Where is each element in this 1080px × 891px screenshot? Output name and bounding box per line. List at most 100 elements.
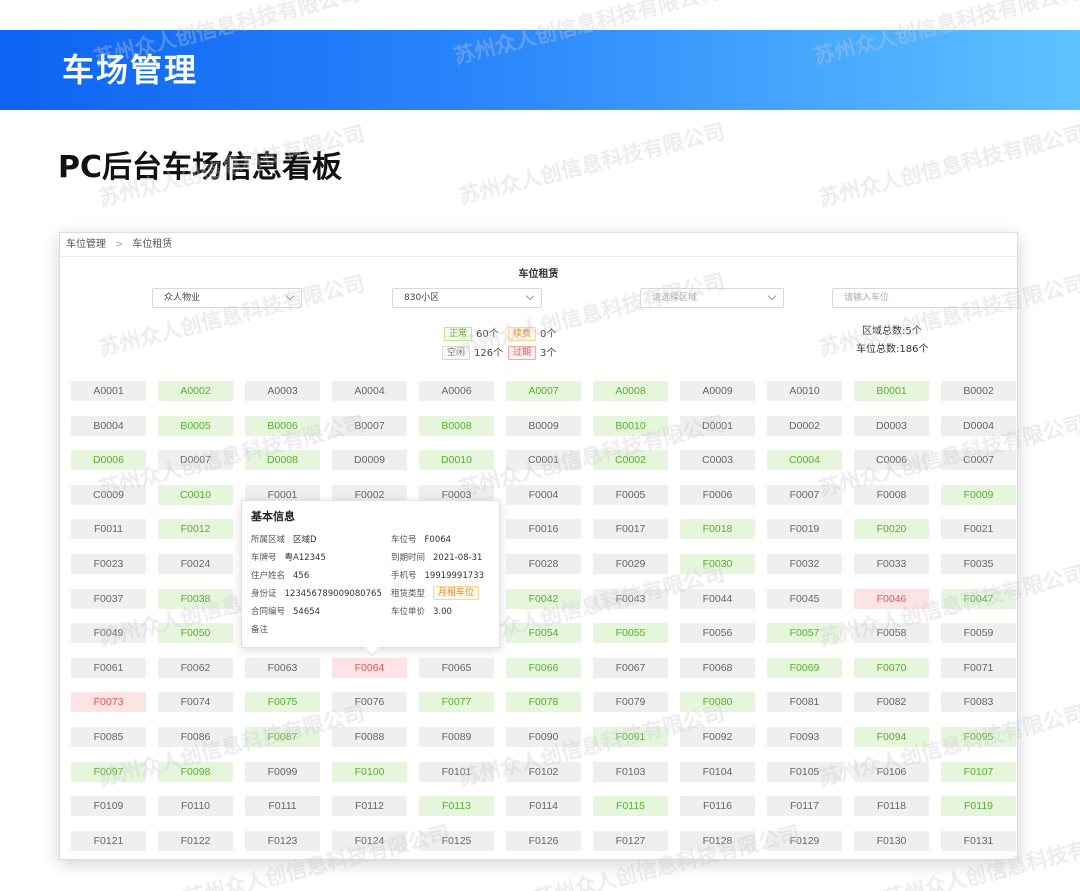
parking-space-F0092[interactable]: F0092 [680,726,755,747]
parking-space-D0003[interactable]: D0003 [854,415,929,436]
parking-space-F0130[interactable]: F0130 [854,830,929,851]
parking-space-F0009[interactable]: F0009 [941,484,1016,505]
parking-space-F0073[interactable]: F0073 [71,692,146,713]
parking-space-F0089[interactable]: F0089 [419,726,494,747]
parking-space-F0065[interactable]: F0065 [419,657,494,678]
space-search-input[interactable]: 请输入车位 [832,288,1017,308]
parking-space-F0050[interactable]: F0050 [158,623,233,644]
parking-space-F0054[interactable]: F0054 [506,623,581,644]
parking-space-F0035[interactable]: F0035 [941,553,1016,574]
parking-space-F0024[interactable]: F0024 [158,553,233,574]
parking-space-F0016[interactable]: F0016 [506,519,581,540]
parking-space-F0097[interactable]: F0097 [71,761,146,782]
parking-space-F0088[interactable]: F0088 [332,726,407,747]
parking-space-F0005[interactable]: F0005 [593,484,668,505]
parking-space-C0009[interactable]: C0009 [71,484,146,505]
parking-space-F0062[interactable]: F0062 [158,657,233,678]
parking-space-F0019[interactable]: F0019 [767,519,842,540]
parking-space-F0028[interactable]: F0028 [506,553,581,574]
parking-space-F0008[interactable]: F0008 [854,484,929,505]
parking-space-F0095[interactable]: F0095 [941,726,1016,747]
parking-space-F0057[interactable]: F0057 [767,623,842,644]
parking-space-F0077[interactable]: F0077 [419,692,494,713]
parking-space-D0008[interactable]: D0008 [245,450,320,471]
parking-space-F0032[interactable]: F0032 [767,553,842,574]
parking-space-C0002[interactable]: C0002 [593,450,668,471]
parking-space-F0076[interactable]: F0076 [332,692,407,713]
parking-space-F0043[interactable]: F0043 [593,588,668,609]
parking-space-F0023[interactable]: F0023 [71,553,146,574]
parking-space-F0129[interactable]: F0129 [767,830,842,851]
parking-space-F0056[interactable]: F0056 [680,623,755,644]
parking-space-C0007[interactable]: C0007 [941,450,1016,471]
parking-space-F0038[interactable]: F0038 [158,588,233,609]
parking-space-F0114[interactable]: F0114 [506,796,581,817]
parking-space-F0080[interactable]: F0080 [680,692,755,713]
parking-space-F0064[interactable]: F0064 [332,657,407,678]
parking-space-D0006[interactable]: D0006 [71,450,146,471]
parking-space-B0006[interactable]: B0006 [245,415,320,436]
area-select[interactable]: 请选择区域 [640,288,784,308]
parking-space-F0121[interactable]: F0121 [71,830,146,851]
parking-space-F0126[interactable]: F0126 [506,830,581,851]
parking-space-F0113[interactable]: F0113 [419,796,494,817]
parking-space-F0047[interactable]: F0047 [941,588,1016,609]
parking-space-B0001[interactable]: B0001 [854,381,929,401]
parking-space-A0001[interactable]: A0001 [71,381,146,401]
parking-space-D0007[interactable]: D0007 [158,450,233,471]
parking-space-F0033[interactable]: F0033 [854,553,929,574]
parking-space-F0074[interactable]: F0074 [158,692,233,713]
parking-space-F0115[interactable]: F0115 [593,796,668,817]
parking-space-D0002[interactable]: D0002 [767,415,842,436]
parking-space-F0055[interactable]: F0055 [593,623,668,644]
community-select[interactable]: 830小区 [392,288,542,308]
parking-space-B0005[interactable]: B0005 [158,415,233,436]
parking-space-F0082[interactable]: F0082 [854,692,929,713]
parking-space-F0090[interactable]: F0090 [506,726,581,747]
parking-space-F0081[interactable]: F0081 [767,692,842,713]
parking-space-F0125[interactable]: F0125 [419,830,494,851]
parking-space-F0123[interactable]: F0123 [245,830,320,851]
parking-space-F0127[interactable]: F0127 [593,830,668,851]
parking-space-C0003[interactable]: C0003 [680,450,755,471]
parking-space-F0087[interactable]: F0087 [245,726,320,747]
parking-space-F0046[interactable]: F0046 [854,588,929,609]
parking-space-F0083[interactable]: F0083 [941,692,1016,713]
parking-space-F0103[interactable]: F0103 [593,761,668,782]
parking-space-D0010[interactable]: D0010 [419,450,494,471]
parking-space-D0001[interactable]: D0001 [680,415,755,436]
parking-space-F0068[interactable]: F0068 [680,657,755,678]
parking-space-F0117[interactable]: F0117 [767,796,842,817]
parking-space-F0085[interactable]: F0085 [71,726,146,747]
parking-space-F0069[interactable]: F0069 [767,657,842,678]
property-select[interactable]: 众人物业 [152,288,302,308]
parking-space-F0067[interactable]: F0067 [593,657,668,678]
parking-space-F0100[interactable]: F0100 [332,761,407,782]
parking-space-C0001[interactable]: C0001 [506,450,581,471]
parking-space-F0061[interactable]: F0061 [71,657,146,678]
parking-space-F0045[interactable]: F0045 [767,588,842,609]
parking-space-A0008[interactable]: A0008 [593,381,668,401]
parking-space-F0049[interactable]: F0049 [71,623,146,644]
parking-space-F0006[interactable]: F0006 [680,484,755,505]
parking-space-F0020[interactable]: F0020 [854,519,929,540]
parking-space-B0004[interactable]: B0004 [71,415,146,436]
parking-space-F0063[interactable]: F0063 [245,657,320,678]
parking-space-A0006[interactable]: A0006 [419,381,494,401]
parking-space-F0012[interactable]: F0012 [158,519,233,540]
parking-space-F0021[interactable]: F0021 [941,519,1016,540]
parking-space-F0128[interactable]: F0128 [680,830,755,851]
parking-space-F0059[interactable]: F0059 [941,623,1016,644]
parking-space-A0002[interactable]: A0002 [158,381,233,401]
parking-space-F0105[interactable]: F0105 [767,761,842,782]
parking-space-F0109[interactable]: F0109 [71,796,146,817]
parking-space-F0094[interactable]: F0094 [854,726,929,747]
parking-space-B0008[interactable]: B0008 [419,415,494,436]
parking-space-C0010[interactable]: C0010 [158,484,233,505]
parking-space-B0010[interactable]: B0010 [593,415,668,436]
parking-space-F0078[interactable]: F0078 [506,692,581,713]
parking-space-F0075[interactable]: F0075 [245,692,320,713]
parking-space-F0119[interactable]: F0119 [941,796,1016,817]
parking-space-F0122[interactable]: F0122 [158,830,233,851]
parking-space-F0070[interactable]: F0070 [854,657,929,678]
